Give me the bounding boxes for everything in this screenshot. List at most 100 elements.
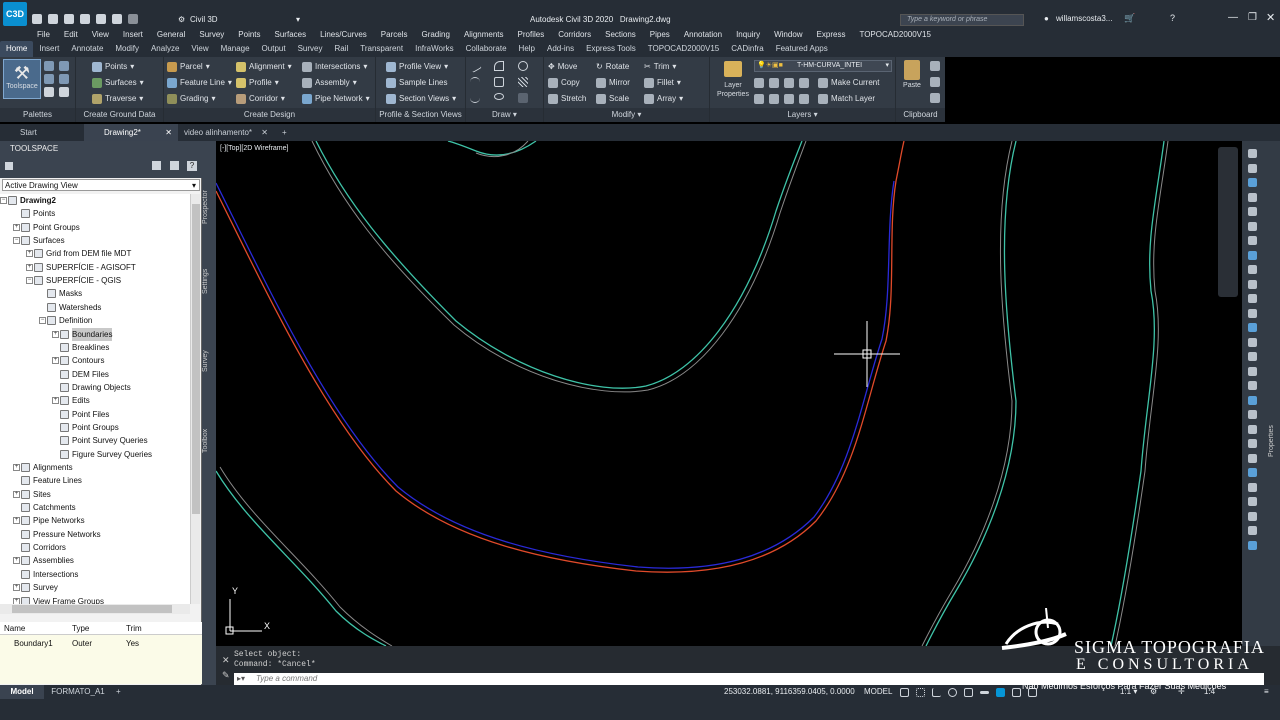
ribbon-tab[interactable]: TOPOCAD2000V15 — [642, 41, 725, 57]
coordinates-readout[interactable]: 253032.0881, 9116359.0405, 0.0000 — [724, 685, 855, 699]
customize-icon[interactable]: ✎ — [222, 670, 230, 681]
tree-item[interactable]: Point Groups — [60, 421, 119, 434]
panel-title-modify[interactable]: Modify ▾ — [544, 108, 709, 122]
ribbon-tab[interactable]: Home — [0, 41, 34, 57]
menu-item[interactable]: Corridors — [551, 28, 598, 41]
tree-expander[interactable]: + — [13, 584, 20, 592]
app-logo[interactable]: C3D — [3, 2, 27, 26]
tree-item[interactable]: Drawing Objects — [60, 381, 131, 394]
panel-title-create-ground-data[interactable]: Create Ground Data — [76, 108, 163, 122]
tool-palette-icon[interactable] — [1248, 207, 1257, 216]
tool-palette-icon[interactable] — [1248, 337, 1257, 347]
menu-item[interactable]: Sections — [598, 28, 643, 41]
panel-title-create-design[interactable]: Create Design — [164, 108, 375, 122]
menu-item[interactable]: View — [85, 28, 116, 41]
ribbon-tab[interactable]: InfraWorks — [409, 41, 460, 57]
tree-item[interactable]: Pipe Networks — [21, 514, 85, 527]
copy-button[interactable]: Copy — [548, 76, 580, 90]
corridor-button[interactable]: Corridor ▾ — [236, 92, 285, 106]
undo-icon[interactable] — [112, 14, 122, 24]
tool-palette-icon[interactable] — [1248, 366, 1257, 376]
tool-palette-icon[interactable] — [1248, 439, 1257, 448]
traverse-button[interactable]: Traverse ▾ — [92, 92, 143, 106]
ribbon-tab[interactable]: Annotate — [65, 41, 109, 57]
panel-title-palettes[interactable]: Palettes — [0, 108, 75, 122]
layer-tool-icon[interactable] — [799, 94, 809, 104]
layer-tool-icon[interactable] — [769, 78, 779, 88]
spline-icon[interactable] — [470, 93, 480, 103]
layer-tool-icon[interactable] — [754, 78, 764, 88]
panel-title-draw[interactable]: Draw ▾ — [466, 108, 543, 122]
tree-item[interactable]: Point Groups — [21, 221, 80, 234]
tool-palette-icon[interactable] — [1248, 149, 1257, 158]
layer-tool-icon[interactable] — [799, 78, 809, 88]
customization-icon[interactable]: ≡ — [1264, 685, 1269, 699]
points-button[interactable]: Points ▾ — [92, 60, 134, 74]
table-row[interactable]: Boundary1 Outer Yes — [0, 637, 202, 650]
tree-item[interactable]: Figure Survey Queries — [60, 448, 152, 461]
hatch-icon[interactable] — [518, 77, 528, 87]
col-type[interactable]: Type — [68, 622, 122, 634]
tree-expander[interactable]: − — [0, 197, 7, 204]
tree-hscrollbar[interactable] — [0, 604, 190, 614]
feature-line-button[interactable]: Feature Line ▾ — [167, 76, 232, 90]
profile-view-button[interactable]: Profile View ▾ — [386, 60, 448, 74]
tree-expander[interactable]: − — [13, 237, 20, 245]
grid-icon[interactable] — [900, 688, 909, 697]
menu-item[interactable]: Lines/Curves — [313, 28, 374, 41]
col-trim[interactable]: Trim — [122, 622, 182, 634]
tree-expander[interactable]: + — [13, 517, 20, 525]
tool-palette-icon[interactable] — [1248, 381, 1257, 390]
tool-palette-icon[interactable] — [1248, 424, 1257, 434]
sample-lines-button[interactable]: Sample Lines — [386, 76, 447, 90]
minimize-button[interactable]: — — [1228, 12, 1238, 23]
ortho-icon[interactable] — [932, 688, 941, 697]
menu-item[interactable]: General — [150, 28, 192, 41]
layer-properties-button[interactable]: Layer Properties — [714, 59, 752, 103]
tree-item[interactable]: Surfaces — [21, 234, 65, 247]
user-account[interactable]: ● willamscosta3... — [1044, 14, 1112, 23]
redo-icon[interactable] — [128, 14, 138, 24]
tree-item[interactable]: Assemblies — [21, 554, 74, 567]
match-layer-button[interactable]: Match Layer — [818, 92, 875, 106]
restore-button[interactable]: ❐ — [1248, 12, 1257, 23]
polar-icon[interactable] — [948, 688, 957, 697]
tool-palette-icon[interactable] — [1248, 221, 1257, 231]
tree-item[interactable]: Corridors — [21, 541, 66, 554]
layers-icon[interactable] — [59, 87, 69, 97]
tool-palette-icon[interactable] — [1248, 250, 1257, 260]
mirror-button[interactable]: Mirror — [596, 76, 630, 90]
layer-tool-icon[interactable] — [769, 94, 779, 104]
layer-dropdown[interactable]: 💡☀▣■ T-HM-CURVA_INTEI ▾ — [754, 60, 892, 72]
menu-item[interactable]: Survey — [192, 28, 231, 41]
tab-settings[interactable]: Settings — [202, 261, 216, 301]
menu-item[interactable]: TOPOCAD2000V15 — [852, 28, 937, 41]
tool-palette-icon[interactable] — [1248, 192, 1257, 202]
view-select[interactable]: Active Drawing View ▾ — [2, 179, 200, 191]
rectangle-icon[interactable] — [494, 77, 504, 87]
layer-tool-icon[interactable] — [784, 94, 794, 104]
transparency-icon[interactable] — [996, 688, 1005, 697]
tree-item[interactable]: Masks — [47, 287, 82, 300]
ribbon-tab[interactable]: Express Tools — [580, 41, 642, 57]
tool-palette-icon[interactable] — [1248, 294, 1257, 303]
profile-button[interactable]: Profile ▾ — [236, 76, 279, 90]
tree-expander[interactable]: + — [13, 557, 20, 565]
tree-item[interactable]: Watersheds — [47, 301, 101, 314]
menu-item[interactable]: Surfaces — [268, 28, 314, 41]
tree-item[interactable]: Contours — [60, 354, 104, 367]
ribbon-tab[interactable]: Collaborate — [460, 41, 513, 57]
new-layout-button[interactable]: + — [116, 685, 128, 699]
ribbon-tab[interactable]: Modify — [109, 41, 145, 57]
layer-tool-icon[interactable] — [754, 94, 764, 104]
tool-palette-icon[interactable] — [1248, 352, 1257, 361]
tree-expander[interactable]: − — [39, 317, 46, 325]
tree-item[interactable]: Points — [21, 207, 55, 220]
tree-expander[interactable]: + — [13, 223, 20, 231]
close-tab-icon[interactable]: ✕ — [261, 124, 268, 141]
tool-palette-icon[interactable] — [1248, 453, 1257, 463]
toolbox-icon[interactable] — [59, 74, 69, 84]
tool-palette-icon[interactable] — [1248, 526, 1257, 535]
toolspace-menu-icon[interactable] — [5, 162, 13, 170]
tree-expander[interactable]: − — [26, 277, 33, 285]
